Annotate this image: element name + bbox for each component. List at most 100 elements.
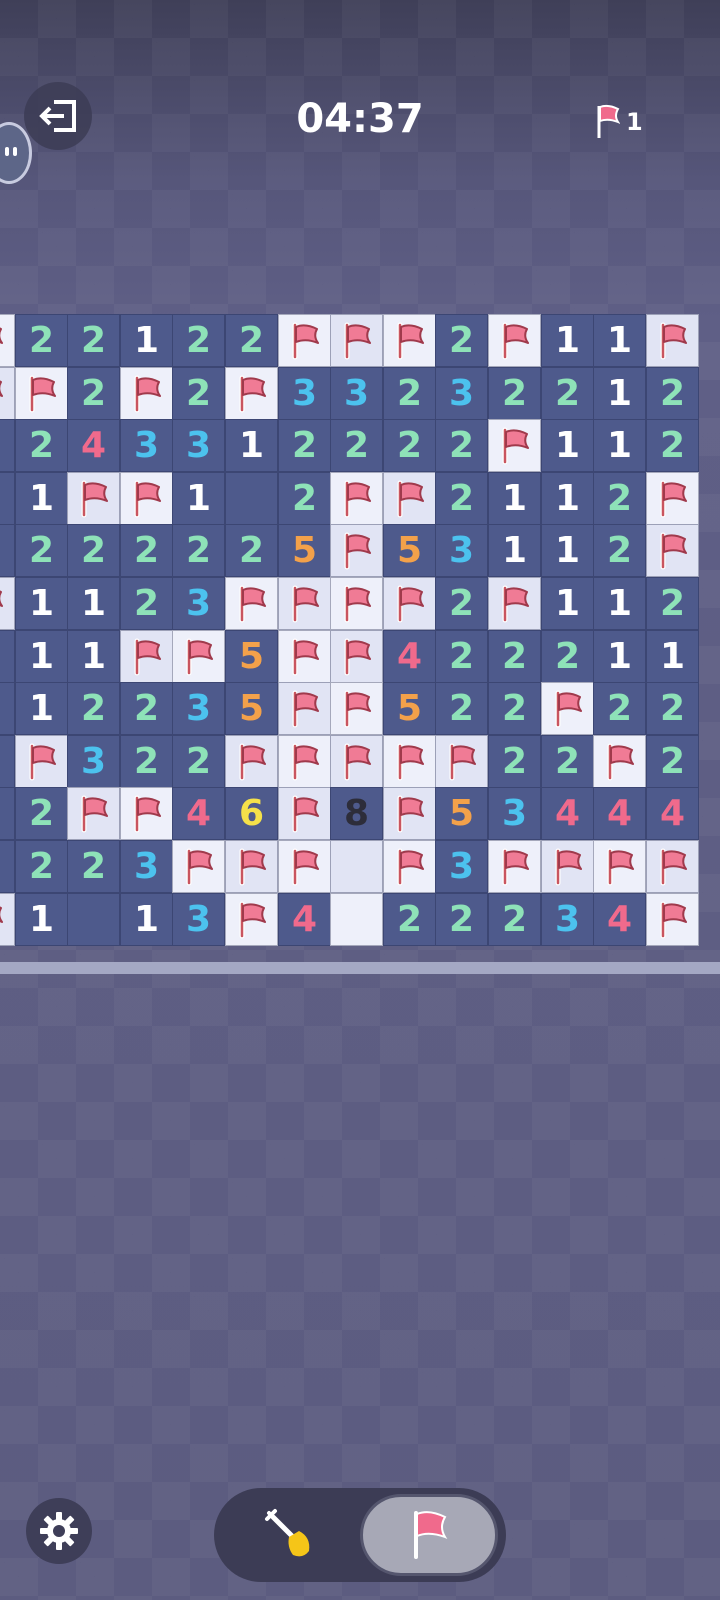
number-cell[interactable]: 2 xyxy=(593,682,646,735)
number-cell[interactable]: 1 xyxy=(541,577,594,630)
number-cell[interactable]: 3 xyxy=(488,787,541,840)
number-cell[interactable]: 2 xyxy=(67,524,120,577)
number-cell[interactable]: 3 xyxy=(172,682,225,735)
flagged-cell[interactable] xyxy=(172,630,225,683)
flagged-cell[interactable] xyxy=(278,682,331,735)
number-cell[interactable]: 6 xyxy=(225,787,278,840)
number-cell[interactable]: 5 xyxy=(435,787,488,840)
number-cell[interactable]: 1 xyxy=(15,893,68,946)
number-cell[interactable]: 4 xyxy=(67,419,120,472)
number-cell[interactable]: 2 xyxy=(435,682,488,735)
number-cell[interactable]: 4 xyxy=(383,630,436,683)
empty-cell[interactable] xyxy=(225,472,278,525)
number-cell[interactable]: 2 xyxy=(646,735,699,788)
number-cell[interactable]: 4 xyxy=(593,893,646,946)
flagged-cell[interactable] xyxy=(330,682,383,735)
flagged-cell[interactable] xyxy=(488,419,541,472)
flagged-cell[interactable] xyxy=(541,840,594,893)
number-cell[interactable]: 1 xyxy=(593,577,646,630)
number-cell[interactable]: 2 xyxy=(488,367,541,420)
number-cell[interactable]: 3 xyxy=(120,419,173,472)
number-cell[interactable]: 8 xyxy=(330,787,383,840)
flagged-cell[interactable] xyxy=(383,840,436,893)
number-cell[interactable]: 5 xyxy=(225,630,278,683)
flagged-cell[interactable] xyxy=(383,314,436,367)
number-cell[interactable]: 2 xyxy=(172,524,225,577)
number-cell[interactable]: 2 xyxy=(225,314,278,367)
number-cell[interactable]: 4 xyxy=(541,787,594,840)
flagged-cell[interactable] xyxy=(225,840,278,893)
empty-cell[interactable] xyxy=(0,682,15,735)
flagged-cell[interactable] xyxy=(67,472,120,525)
flagged-cell[interactable] xyxy=(330,524,383,577)
number-cell[interactable]: 3 xyxy=(435,367,488,420)
empty-cell[interactable] xyxy=(0,472,15,525)
number-cell[interactable]: 2 xyxy=(15,840,68,893)
dig-mode-button[interactable] xyxy=(220,1494,358,1576)
number-cell[interactable]: 5 xyxy=(278,524,331,577)
flagged-cell[interactable] xyxy=(67,787,120,840)
number-cell[interactable]: 1 xyxy=(488,472,541,525)
number-cell[interactable]: 2 xyxy=(541,367,594,420)
flagged-cell[interactable] xyxy=(330,735,383,788)
number-cell[interactable]: 3 xyxy=(67,735,120,788)
flagged-cell[interactable] xyxy=(541,682,594,735)
number-cell[interactable]: 2 xyxy=(646,577,699,630)
number-cell[interactable]: 1 xyxy=(541,419,594,472)
flagged-cell[interactable] xyxy=(172,840,225,893)
number-cell[interactable]: 2 xyxy=(172,735,225,788)
number-cell[interactable]: 2 xyxy=(593,472,646,525)
number-cell[interactable]: 1 xyxy=(15,682,68,735)
number-cell[interactable]: 2 xyxy=(488,630,541,683)
number-cell[interactable]: 2 xyxy=(541,630,594,683)
flagged-cell[interactable] xyxy=(383,787,436,840)
number-cell[interactable]: 2 xyxy=(435,314,488,367)
number-cell[interactable]: 2 xyxy=(383,893,436,946)
number-cell[interactable]: 2 xyxy=(435,630,488,683)
number-cell[interactable]: 1 xyxy=(120,314,173,367)
number-cell[interactable]: 4 xyxy=(172,787,225,840)
flagged-cell[interactable] xyxy=(15,367,68,420)
flagged-cell[interactable] xyxy=(278,735,331,788)
empty-cell[interactable] xyxy=(0,840,15,893)
flagged-cell[interactable] xyxy=(383,472,436,525)
flagged-cell[interactable] xyxy=(435,735,488,788)
number-cell[interactable]: 5 xyxy=(383,524,436,577)
flagged-cell[interactable] xyxy=(120,787,173,840)
flag-mode-button[interactable] xyxy=(360,1494,498,1576)
number-cell[interactable]: 2 xyxy=(120,682,173,735)
number-cell[interactable]: 2 xyxy=(67,682,120,735)
number-cell[interactable]: 2 xyxy=(593,524,646,577)
number-cell[interactable]: 2 xyxy=(15,419,68,472)
empty-cell[interactable] xyxy=(0,787,15,840)
number-cell[interactable]: 5 xyxy=(383,682,436,735)
number-cell[interactable]: 2 xyxy=(172,367,225,420)
empty-cell[interactable] xyxy=(0,524,15,577)
number-cell[interactable]: 1 xyxy=(120,893,173,946)
number-cell[interactable]: 2 xyxy=(120,524,173,577)
number-cell[interactable]: 2 xyxy=(120,735,173,788)
number-cell[interactable]: 1 xyxy=(541,314,594,367)
flagged-cell[interactable] xyxy=(646,893,699,946)
number-cell[interactable]: 3 xyxy=(541,893,594,946)
number-cell[interactable]: 1 xyxy=(67,630,120,683)
number-cell[interactable]: 3 xyxy=(172,577,225,630)
flagged-cell[interactable] xyxy=(278,630,331,683)
flagged-cell[interactable] xyxy=(330,577,383,630)
number-cell[interactable]: 1 xyxy=(225,419,278,472)
flagged-cell[interactable] xyxy=(593,735,646,788)
number-cell[interactable]: 2 xyxy=(435,577,488,630)
number-cell[interactable]: 2 xyxy=(435,472,488,525)
flagged-cell[interactable] xyxy=(488,840,541,893)
flagged-cell[interactable] xyxy=(0,314,15,367)
number-cell[interactable]: 3 xyxy=(330,367,383,420)
unrevealed-cell[interactable] xyxy=(330,893,383,946)
number-cell[interactable]: 2 xyxy=(646,367,699,420)
number-cell[interactable]: 2 xyxy=(330,419,383,472)
number-cell[interactable]: 2 xyxy=(120,577,173,630)
empty-cell[interactable] xyxy=(0,735,15,788)
flagged-cell[interactable] xyxy=(278,577,331,630)
flagged-cell[interactable] xyxy=(120,367,173,420)
flagged-cell[interactable] xyxy=(225,367,278,420)
number-cell[interactable]: 3 xyxy=(435,840,488,893)
